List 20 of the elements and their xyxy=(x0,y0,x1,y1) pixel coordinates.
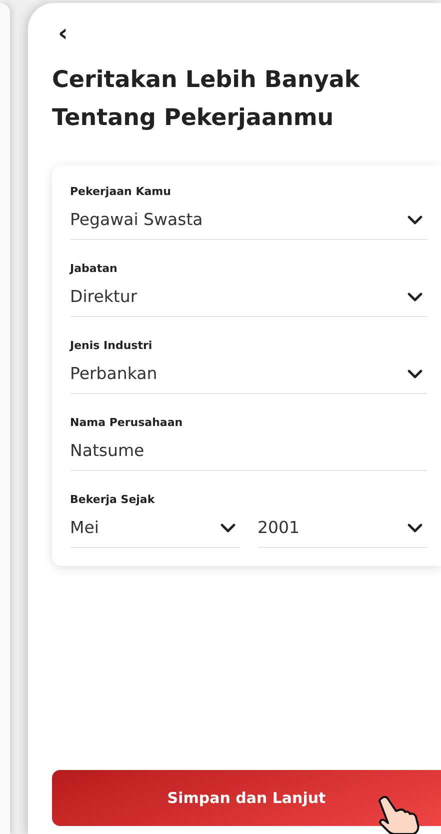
submit-button[interactable]: Simpan dan Lanjut xyxy=(52,770,441,826)
chevron-down-icon xyxy=(407,214,423,224)
field-label: Jenis Industri xyxy=(70,339,154,352)
select-field[interactable]: 2001 xyxy=(258,514,427,548)
field-label: Bekerja Sejak xyxy=(70,493,156,506)
chevron-down-icon xyxy=(407,522,423,532)
chevron-down-icon xyxy=(220,522,236,532)
chevron-down-icon xyxy=(407,368,423,378)
page-title: Ceritakan Lebih Banyak Tentang Pekerjaanmu xyxy=(52,66,361,133)
field-label: Nama Perusahaan xyxy=(70,416,184,429)
back-button[interactable]: ‹ xyxy=(54,23,72,43)
input-field[interactable]: Natsume xyxy=(70,437,427,471)
chevron-down-icon xyxy=(407,292,423,302)
select-field[interactable]: Perbankan xyxy=(70,360,427,394)
select-field[interactable]: Pegawai Swasta xyxy=(70,206,427,240)
field-label: Pekerjaan Kamu xyxy=(70,185,172,198)
hand-cursor-icon xyxy=(376,794,420,834)
field-label: Jabatan xyxy=(70,262,118,275)
select-field[interactable]: Mei xyxy=(70,514,240,548)
select-field[interactable]: Direktur xyxy=(70,283,427,317)
